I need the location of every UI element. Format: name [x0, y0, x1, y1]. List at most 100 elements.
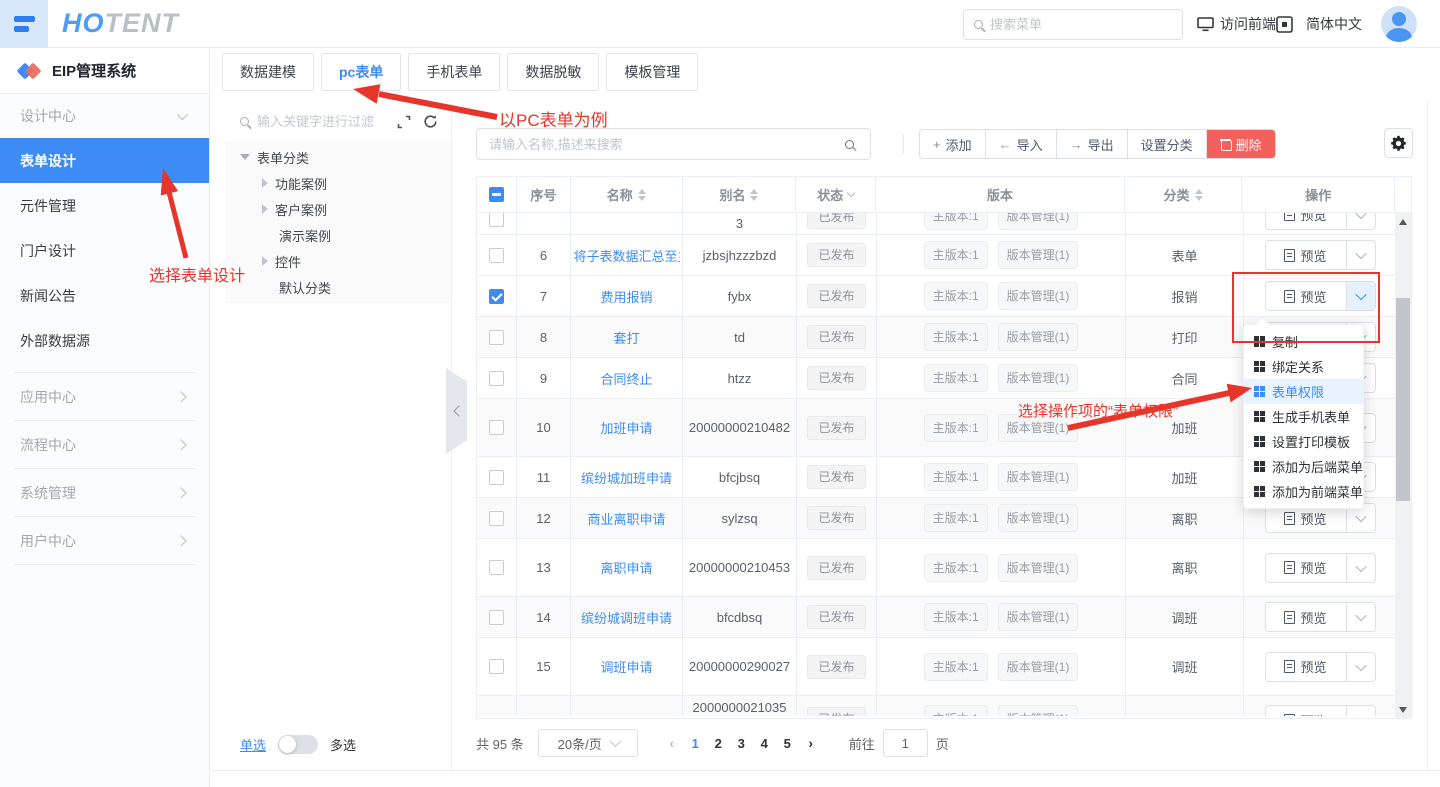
- row-checkbox[interactable]: [489, 610, 504, 625]
- preview-split-button[interactable]: 预览: [1265, 281, 1376, 311]
- version-manage-tag[interactable]: 版本管理(1): [998, 414, 1079, 442]
- sidebar-group[interactable]: 流程中心: [0, 421, 209, 468]
- dropdown-menu-item[interactable]: 复制: [1244, 329, 1363, 354]
- row-checkbox[interactable]: [489, 248, 504, 263]
- delete-button[interactable]: 删除: [1207, 130, 1275, 158]
- sidebar-group[interactable]: 系统管理: [0, 469, 209, 516]
- preview-button[interactable]: 预览: [1266, 653, 1347, 681]
- main-version-tag[interactable]: 主版本:1: [924, 463, 988, 491]
- version-manage-tag[interactable]: 版本管理(1): [998, 463, 1079, 491]
- select-mode-toggle[interactable]: [278, 735, 318, 754]
- single-select-link[interactable]: 单选: [240, 735, 266, 754]
- sidebar-group-design-center[interactable]: 设计中心: [0, 94, 209, 138]
- tree-filter-box[interactable]: [225, 105, 451, 138]
- main-version-tag[interactable]: 主版本:1: [924, 504, 988, 532]
- column-header-alias[interactable]: 别名: [683, 177, 797, 212]
- row-checkbox[interactable]: [489, 371, 504, 386]
- dropdown-menu-item[interactable]: 添加为后端菜单: [1244, 454, 1363, 479]
- tree-caret-icon[interactable]: [240, 154, 250, 160]
- sidebar-item[interactable]: 外部数据源: [0, 318, 209, 363]
- sort-icon[interactable]: [1195, 189, 1203, 201]
- tree-caret-icon[interactable]: [262, 287, 272, 288]
- preview-button[interactable]: 预览: [1266, 241, 1347, 269]
- form-name-link[interactable]: 将子表数据汇总至主: [574, 246, 680, 265]
- sidebar-item[interactable]: 元件管理: [0, 183, 209, 228]
- page-number[interactable]: 4: [753, 736, 776, 751]
- dropdown-menu-item[interactable]: 生成手机表单: [1244, 404, 1363, 429]
- tree-node[interactable]: 客户案例: [225, 196, 451, 222]
- column-header-status[interactable]: 状态: [796, 177, 876, 212]
- form-name-link[interactable]: 缤纷城加班申请: [581, 468, 672, 487]
- scroll-down-arrow-icon[interactable]: [1399, 707, 1407, 713]
- preview-button[interactable]: 预览: [1266, 554, 1347, 582]
- sidebar-item[interactable]: 表单设计: [0, 138, 209, 183]
- tree-filter-input[interactable]: [257, 114, 387, 129]
- preview-split-button[interactable]: 预览: [1265, 240, 1376, 270]
- select-all-checkbox[interactable]: [489, 187, 504, 202]
- page-number[interactable]: 2: [707, 736, 730, 751]
- goto-page-input[interactable]: [883, 729, 928, 757]
- main-version-tag[interactable]: 主版本:1: [924, 603, 988, 631]
- sort-icon[interactable]: [750, 189, 758, 201]
- row-checkbox[interactable]: [489, 330, 504, 345]
- visit-frontend-link[interactable]: 访问前端: [1197, 0, 1276, 48]
- more-actions-caret[interactable]: [1347, 282, 1375, 310]
- version-manage-tag[interactable]: 版本管理(1): [998, 554, 1079, 582]
- preview-split-button[interactable]: 预览: [1265, 602, 1376, 632]
- version-manage-tag[interactable]: 版本管理(1): [998, 705, 1079, 716]
- page-number[interactable]: 3: [730, 736, 753, 751]
- tree-caret-icon[interactable]: [262, 235, 272, 236]
- tab[interactable]: 数据脱敏: [507, 53, 599, 91]
- form-name-link[interactable]: 调班申请: [600, 657, 652, 676]
- table-search-input[interactable]: [489, 137, 816, 152]
- preview-button[interactable]: 预览: [1266, 603, 1347, 631]
- scroll-up-arrow-icon[interactable]: [1399, 219, 1407, 225]
- form-name-link[interactable]: 缤纷城调班申请: [581, 608, 672, 627]
- form-name-link[interactable]: 套打: [613, 328, 639, 347]
- form-name-link[interactable]: 合同终止: [600, 369, 652, 388]
- expand-tree-button[interactable]: [395, 113, 413, 131]
- page-size-select[interactable]: 20条/页: [538, 729, 638, 757]
- sidebar-item[interactable]: 新闻公告: [0, 273, 209, 318]
- column-header-category[interactable]: 分类: [1125, 177, 1243, 212]
- preview-button[interactable]: 预览: [1266, 282, 1347, 310]
- language-switcher[interactable]: 简体中文: [1306, 0, 1362, 48]
- dropdown-menu-item[interactable]: 绑定关系: [1244, 354, 1363, 379]
- version-manage-tag[interactable]: 版本管理(1): [998, 241, 1079, 269]
- row-checkbox[interactable]: [489, 289, 504, 304]
- next-page-button[interactable]: ›: [799, 735, 823, 751]
- table-search-box[interactable]: [476, 128, 829, 160]
- preview-split-button[interactable]: 预览: [1265, 652, 1376, 682]
- more-actions-caret[interactable]: [1347, 603, 1375, 631]
- filter-caret-icon[interactable]: [847, 189, 855, 197]
- user-avatar[interactable]: [1381, 6, 1417, 42]
- sidebar-toggle-button[interactable]: [0, 0, 48, 48]
- main-version-tag[interactable]: 主版本:1: [924, 554, 988, 582]
- tree-caret-icon[interactable]: [262, 256, 268, 266]
- table-scrollbar[interactable]: [1395, 213, 1411, 719]
- main-version-tag[interactable]: 主版本:1: [924, 213, 988, 230]
- tree-node[interactable]: 表单分类: [225, 144, 451, 170]
- main-version-tag[interactable]: 主版本:1: [924, 241, 988, 269]
- sidebar-group[interactable]: 应用中心: [0, 373, 209, 420]
- row-checkbox[interactable]: [489, 511, 504, 526]
- version-manage-tag[interactable]: 版本管理(1): [998, 603, 1079, 631]
- tree-node[interactable]: 控件: [225, 248, 451, 274]
- main-version-tag[interactable]: 主版本:1: [924, 705, 988, 716]
- tab[interactable]: 手机表单: [408, 53, 500, 91]
- row-checkbox[interactable]: [489, 659, 504, 674]
- row-checkbox[interactable]: [489, 213, 504, 227]
- preview-split-button[interactable]: 预览: [1265, 705, 1376, 716]
- preview-split-button[interactable]: 预览: [1265, 213, 1376, 230]
- main-version-tag[interactable]: 主版本:1: [924, 364, 988, 392]
- tab[interactable]: pc表单: [321, 53, 401, 91]
- form-name-link[interactable]: 费用报销: [600, 287, 652, 306]
- panel-collapse-handle[interactable]: [446, 368, 467, 454]
- version-manage-tag[interactable]: 版本管理(1): [998, 323, 1079, 351]
- export-button[interactable]: → 导出: [1057, 130, 1128, 158]
- version-manage-tag[interactable]: 版本管理(1): [998, 364, 1079, 392]
- row-checkbox[interactable]: [489, 560, 504, 575]
- dropdown-menu-item[interactable]: 表单权限: [1244, 379, 1363, 404]
- main-version-tag[interactable]: 主版本:1: [924, 414, 988, 442]
- tree-caret-icon[interactable]: [262, 204, 268, 214]
